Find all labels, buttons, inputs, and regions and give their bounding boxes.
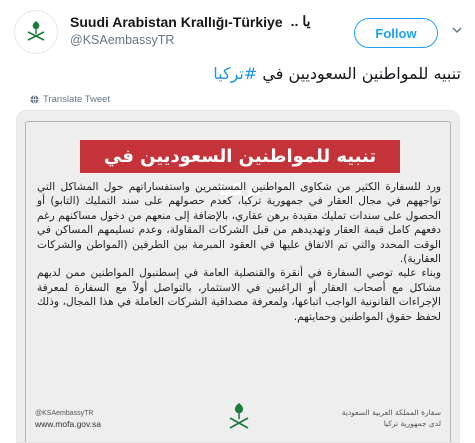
tweet-image-card[interactable]: تنبيه للمواطنين السعوديين في تركيا ورد ل… bbox=[16, 110, 460, 443]
avatar[interactable] bbox=[14, 10, 58, 54]
tweet-header: Suudi Arabistan Krallığı-Türkiye .. يا @… bbox=[14, 10, 463, 54]
card-footer-right: سفارة المملكة العربية السعودية لدى جمهور… bbox=[342, 407, 441, 429]
card-footer-site: www.mofa.gov.sa bbox=[35, 419, 101, 429]
translate-label[interactable]: Translate Tweet bbox=[43, 94, 110, 105]
account-names: Suudi Arabistan Krallığı-Türkiye .. يا @… bbox=[70, 13, 310, 47]
follow-button[interactable]: Follow bbox=[354, 18, 438, 48]
card-banner-title: تنبيه للمواطنين السعوديين في تركيا bbox=[80, 140, 400, 200]
display-name[interactable]: Suudi Arabistan Krallığı-Türkiye .. يا bbox=[70, 13, 310, 30]
account-handle[interactable]: @KSAembassyTR bbox=[70, 33, 300, 47]
chevron-down-icon[interactable] bbox=[451, 24, 463, 36]
card-footer-embassy: سفارة المملكة العربية السعودية bbox=[341, 408, 441, 417]
translate-tweet-link[interactable]: Translate Tweet bbox=[30, 94, 110, 105]
card-body: ورد للسفارة الكثير من شكاوى المواطنين ال… bbox=[37, 180, 441, 324]
card-footer-left: @KSAembassyTR www.mofa.gov.sa bbox=[35, 409, 101, 429]
card-footer-handle: @KSAembassyTR bbox=[35, 410, 94, 417]
saudi-emblem-icon bbox=[27, 21, 45, 41]
card-paragraph-2: وبناء عليه توصي السفارة في أنقرة والقنصل… bbox=[37, 267, 441, 323]
card-paragraph-1: ورد للسفارة الكثير من شكاوى المواطنين ال… bbox=[37, 181, 441, 266]
hashtag-link[interactable]: #تركيا bbox=[213, 64, 257, 83]
display-name-text[interactable]: Suudi Arabistan Krallığı-Türkiye bbox=[70, 14, 283, 30]
tweet-text-body: تنبيه للمواطنين السعوديين في bbox=[257, 64, 461, 83]
tweet-text: تنبيه للمواطنين السعوديين في #تركيا bbox=[14, 64, 461, 83]
card-footer-country: لدى جمهورية تركيا bbox=[383, 419, 441, 428]
display-name-suffix: .. يا bbox=[290, 13, 311, 29]
saudi-emblem-icon bbox=[229, 403, 249, 429]
globe-icon bbox=[30, 95, 39, 104]
